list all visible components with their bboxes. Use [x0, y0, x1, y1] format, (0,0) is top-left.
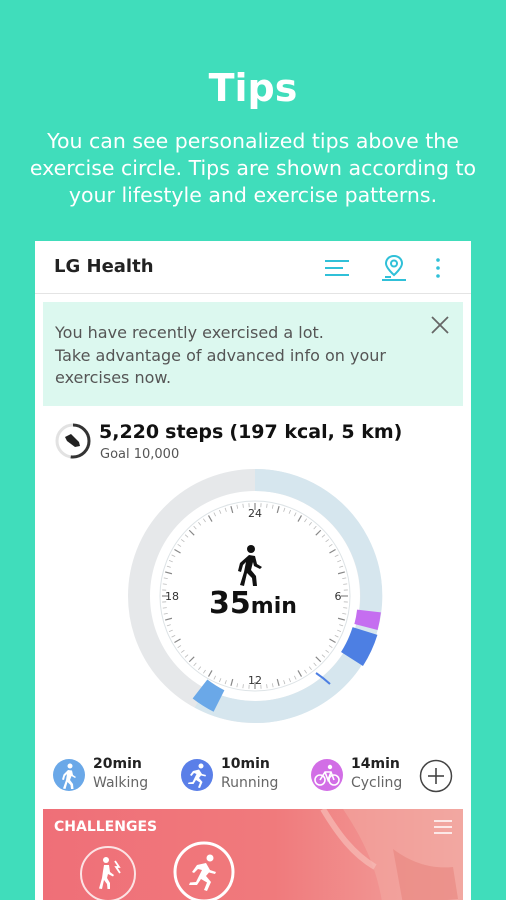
cycling-icon [311, 759, 343, 791]
activity-value: 14min [351, 756, 400, 772]
exercise-time-unit: min [250, 594, 297, 619]
tip-line: exercises now. [55, 368, 172, 387]
steps-count: 5,220 [99, 421, 160, 443]
dial-label-24: 24 [248, 507, 262, 520]
speed-walk-challenge-icon[interactable] [79, 845, 137, 900]
activity-walking[interactable]: 20min Walking [53, 756, 173, 796]
dial-tick [343, 583, 348, 585]
list-icon[interactable] [322, 253, 352, 283]
exercise-time-value: 35 [209, 586, 251, 621]
app-screen: LG Health You have recently exercised a … [35, 241, 471, 900]
walking-segment [192, 679, 225, 712]
close-icon[interactable] [429, 314, 451, 336]
steps-detail: (197 kcal, 5 km) [229, 421, 403, 443]
dial-tick [162, 583, 167, 585]
steps-summary: 5,220 steps (197 kcal, 5 km) [99, 421, 402, 443]
running-icon [181, 759, 213, 791]
tip-line: Take advantage of advanced info on your [55, 345, 386, 365]
steps-unit: steps [165, 421, 224, 443]
more-vert-icon[interactable] [423, 253, 453, 283]
dial-tick [266, 684, 268, 689]
walking-icon [238, 545, 262, 586]
dial-label-12: 12 [248, 674, 262, 687]
activity-cycling[interactable]: 14min Cycling [311, 756, 421, 796]
challenges-card[interactable]: CHALLENGES [43, 809, 463, 900]
add-activity-button[interactable] [419, 759, 453, 793]
activity-running[interactable]: 10min Running [181, 756, 301, 796]
activity-value: 20min [93, 756, 142, 772]
exercise-time: 35min [35, 586, 471, 621]
dial-tick [242, 503, 244, 508]
dial-tick [242, 684, 244, 689]
tip-line: You have recently exercised a lot. [55, 323, 324, 342]
menu-icon[interactable] [433, 819, 453, 835]
walking-icon [53, 759, 85, 791]
activity-name: Running [221, 775, 279, 791]
activity-name: Walking [93, 775, 149, 791]
activity-name: Cycling [351, 775, 403, 791]
steps-progress-ring [55, 423, 91, 459]
dial-tick [266, 503, 268, 508]
tip-card[interactable]: You have recently exercised a lot. Take … [43, 302, 463, 406]
running-segment [340, 626, 378, 666]
activity-value: 10min [221, 756, 270, 772]
map-pin-icon[interactable] [379, 253, 409, 283]
running-challenge-icon[interactable] [173, 841, 235, 900]
challenges-title: CHALLENGES [54, 819, 158, 835]
promo-description: You can see personalized tips above the … [29, 129, 477, 207]
shoe-icon [65, 434, 80, 447]
steps-goal: Goal 10,000 [100, 447, 180, 462]
app-bar: LG Health [35, 241, 471, 294]
tip-message: You have recently exercised a lot. Take … [55, 322, 415, 390]
app-title: LG Health [54, 256, 154, 277]
promo-title: Tips [208, 66, 298, 110]
